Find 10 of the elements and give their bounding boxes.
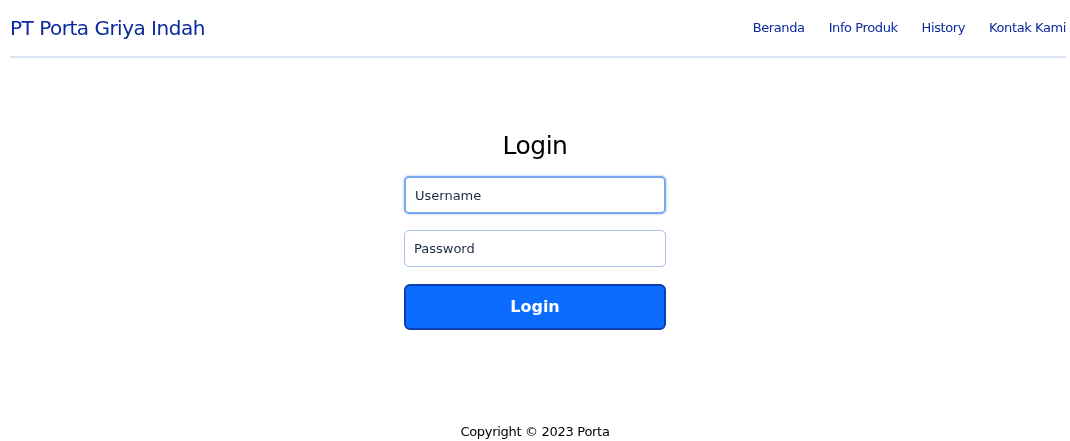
site-brand[interactable]: PT Porta Griya Indah	[10, 13, 205, 43]
nav-link[interactable]: History	[921, 18, 966, 38]
nav-link[interactable]: Kontak Kami	[989, 18, 1066, 38]
input-field[interactable]: Username	[404, 176, 666, 214]
nav-link[interactable]: Beranda	[752, 18, 805, 38]
nav-link[interactable]: Info Produk	[828, 18, 898, 38]
login-heading: Login	[502, 130, 568, 162]
login-button[interactable]: Login	[404, 284, 666, 330]
input-field[interactable]: Password	[404, 230, 666, 267]
copyright-text: Copyright © 2023 Porta	[460, 423, 610, 441]
